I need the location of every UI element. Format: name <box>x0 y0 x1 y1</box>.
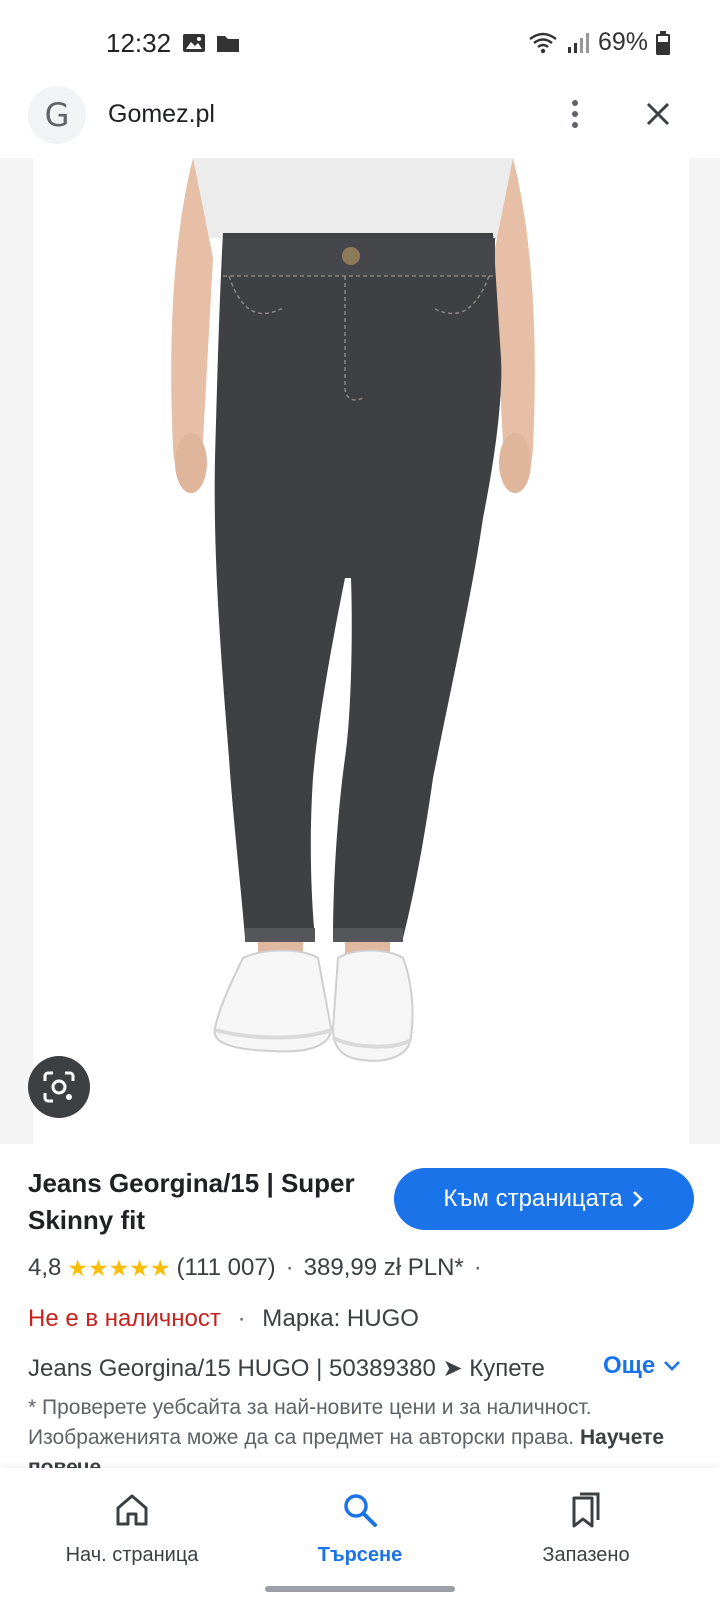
status-bar: 12:32 69% <box>0 0 720 80</box>
gesture-home-bar[interactable] <box>265 1586 455 1592</box>
product-description: Jeans Georgina/15 HUGO | 50389380 ➤ Купе… <box>28 1354 548 1383</box>
availability-status: Не е в наличност <box>28 1305 221 1332</box>
close-icon[interactable] <box>640 96 676 132</box>
source-header: G Gomez.pl <box>0 80 720 158</box>
more-options-icon[interactable] <box>560 94 590 134</box>
folder-icon <box>217 36 239 52</box>
price: 389,99 zł PLN* <box>303 1254 464 1281</box>
jeans-photo <box>171 158 535 1062</box>
nav-label-home: Нач. страница <box>65 1544 199 1566</box>
wifi-icon <box>529 32 557 53</box>
product-image-area <box>0 158 720 1144</box>
more-button[interactable]: Още <box>603 1352 681 1380</box>
nav-label-search: Търсене <box>317 1544 403 1566</box>
chevron-right-icon <box>632 1191 643 1207</box>
bookmarks-icon <box>572 1492 600 1528</box>
brand: Марка: HUGO <box>262 1305 419 1332</box>
lens-icon <box>43 1071 75 1103</box>
nav-item-search[interactable]: Търсене <box>260 1468 460 1578</box>
availability-line: Не е в наличност · Марка: HUGO <box>28 1305 419 1333</box>
rating-value: 4,8 <box>28 1254 62 1281</box>
chevron-down-icon <box>664 1361 681 1371</box>
description-text: Jeans Georgina/15 HUGO | 50389380 ➤ Купе… <box>28 1355 548 1382</box>
status-time: 12:32 <box>106 28 172 58</box>
disclaimer-text: * Проверете уебсайта за най-новите цени … <box>28 1396 592 1449</box>
image-icon <box>183 34 205 52</box>
bottom-navigation: Нач. страница Търсене Запазено <box>0 1468 720 1600</box>
battery-percent: 69% <box>597 28 648 56</box>
nav-item-saved[interactable]: Запазено <box>486 1468 686 1578</box>
rating-stars-icon: ★★★★★ <box>67 1254 171 1281</box>
more-label: Още <box>603 1352 656 1379</box>
google-lens-button[interactable] <box>28 1056 90 1118</box>
product-image[interactable] <box>33 158 689 1144</box>
notification-icons <box>182 32 240 54</box>
separator-dot: · <box>237 1305 246 1332</box>
google-logo-icon: G <box>28 86 86 144</box>
nav-label-saved: Запазено <box>542 1544 630 1566</box>
home-icon <box>116 1494 148 1526</box>
site-name[interactable]: Gomez.pl <box>108 100 215 129</box>
product-title[interactable]: Jeans Georgina/15 | Super Skinny fit <box>28 1165 368 1239</box>
battery-icon <box>656 30 670 55</box>
visit-button-label: Към страницата <box>443 1185 623 1212</box>
signal-icon <box>567 32 589 53</box>
separator-dot: · <box>285 1254 294 1281</box>
status-right: 69% <box>528 28 670 57</box>
visit-page-button[interactable]: Към страницата <box>394 1168 694 1230</box>
review-count: (111 007) <box>176 1254 276 1281</box>
separator-dot: · <box>473 1254 482 1281</box>
search-icon <box>344 1494 377 1527</box>
nav-item-home[interactable]: Нач. страница <box>32 1468 232 1578</box>
rating-line: 4,8 ★★★★★ (111 007) · 389,99 zł PLN* · <box>28 1254 492 1282</box>
